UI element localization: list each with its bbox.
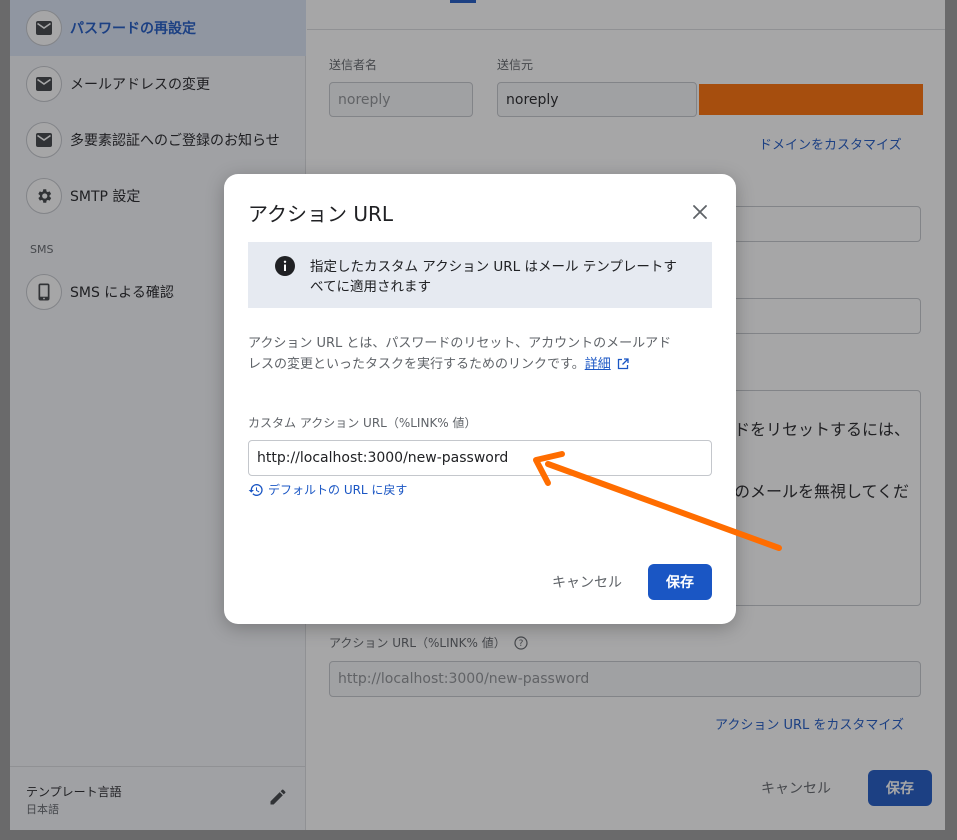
annotation-arrow <box>533 451 782 551</box>
